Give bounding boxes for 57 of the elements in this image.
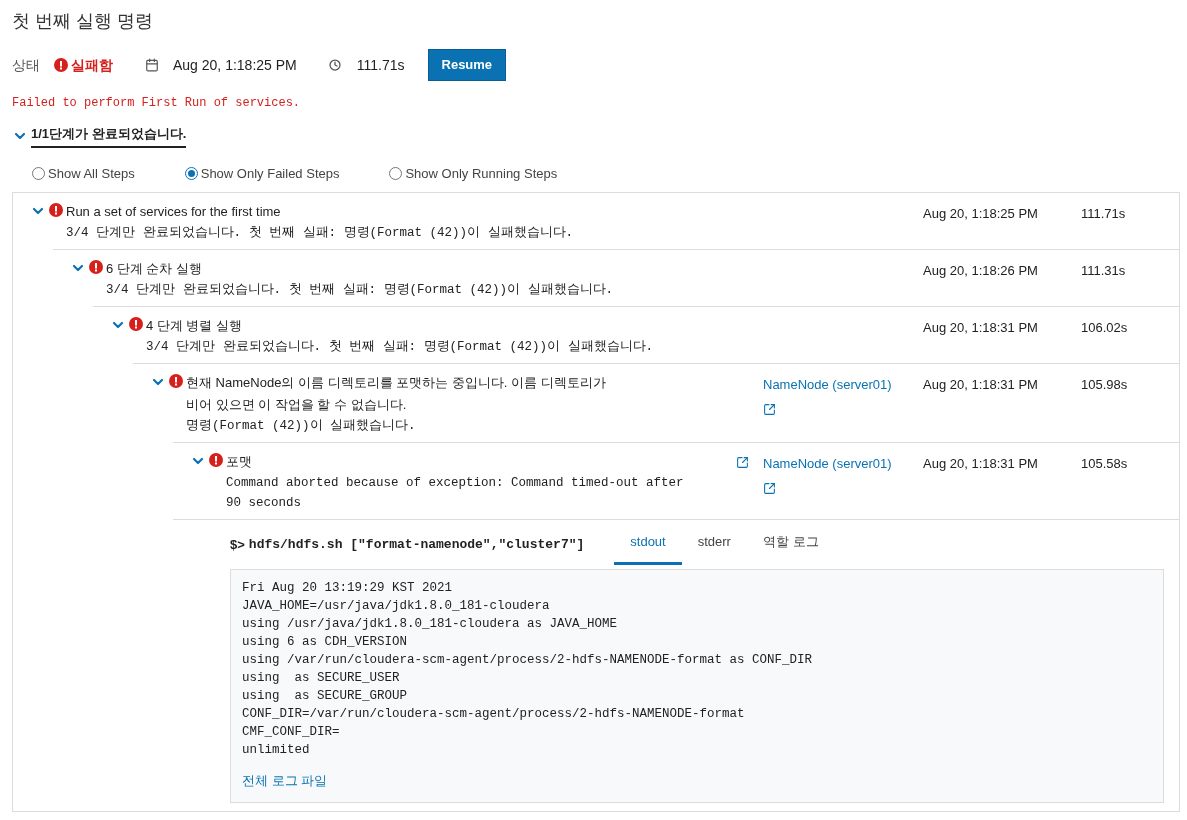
step-message: 명령(Format (42))이 실패했습니다. bbox=[186, 418, 417, 435]
step-time: Aug 20, 1:18:31 PM bbox=[923, 455, 1039, 473]
step-time: Aug 20, 1:18:31 PM bbox=[923, 319, 1039, 337]
prompt-symbol: $> bbox=[230, 536, 245, 554]
full-log-link[interactable]: 전체 로그 파일 bbox=[242, 770, 328, 790]
step-message: 3/4 단계만 완료되었습니다. 첫 번째 실패: 명령(Format (42))이 실패했습니다. bbox=[66, 225, 575, 242]
step-duration: 111.71s bbox=[1081, 205, 1127, 223]
log-line: using 6 as CDH_VERSION bbox=[242, 633, 409, 651]
log-tab[interactable]: stdout bbox=[614, 532, 682, 565]
log-line: Fri Aug 20 13:19:29 KST 2021 bbox=[242, 579, 454, 597]
log-tab[interactable]: 역할 로그 bbox=[746, 532, 835, 565]
external-link-icon[interactable] bbox=[736, 456, 749, 469]
step-time: Aug 20, 1:18:31 PM bbox=[923, 376, 1039, 394]
step-title: 포맷 bbox=[226, 453, 253, 471]
role-link[interactable]: NameNode (server01) bbox=[763, 375, 923, 395]
step-message: Command aborted because of exception: Command timed-out after 90 seconds bbox=[226, 475, 685, 512]
step-duration: 105.58s bbox=[1081, 455, 1129, 473]
resume-button[interactable]: Resume bbox=[427, 49, 507, 81]
log-line: unlimited bbox=[242, 741, 311, 759]
start-time: Aug 20, 1:18:25 PM bbox=[173, 55, 297, 75]
duration-text: 111.71s bbox=[356, 55, 405, 75]
role-link[interactable]: NameNode (server01) bbox=[763, 454, 923, 474]
error-message: Failed to perform First Run of services. bbox=[12, 95, 302, 112]
log-line: using /usr/java/jdk1.8.0_181-cloudera as JAVA_HOME bbox=[242, 615, 619, 633]
radio-button[interactable] bbox=[184, 166, 198, 180]
step-time: Aug 20, 1:18:25 PM bbox=[923, 205, 1039, 223]
filter-label[interactable]: Show Only Failed Steps bbox=[200, 163, 340, 183]
calendar-icon bbox=[145, 58, 159, 72]
log-line: using /var/run/cloudera-scm-agent/process/2-hdfs-NAMENODE-format as CONF_DIR bbox=[242, 651, 814, 669]
step-title: 4 단계 병렬 실행 bbox=[146, 317, 244, 335]
radio-button[interactable] bbox=[389, 166, 403, 180]
step-title: 6 단계 순차 실행 bbox=[106, 260, 204, 278]
step-time: Aug 20, 1:18:26 PM bbox=[923, 262, 1039, 280]
step-title: 현재 NameNode의 이름 디렉토리를 포맷하는 중입니다. 이름 디렉토리가 비어 있으면 이 작업을 할 수 없습니다. bbox=[186, 374, 606, 414]
status-text: 실패함 bbox=[71, 55, 113, 75]
step-duration: 111.31s bbox=[1081, 262, 1127, 280]
progress-summary[interactable]: 1/1단계가 완료되었습니다. bbox=[31, 124, 187, 148]
clock-icon bbox=[328, 59, 341, 71]
log-line: CMF_CONF_DIR= bbox=[242, 723, 341, 741]
step-duration: 106.02s bbox=[1081, 319, 1129, 337]
step-duration: 105.98s bbox=[1081, 376, 1129, 394]
log-line: using as SECURE_USER bbox=[242, 669, 401, 687]
step-message: 3/4 단계만 완료되었습니다. 첫 번째 실패: 명령(Format (42))이 실패했습니다. bbox=[146, 339, 655, 356]
filter-label[interactable]: Show All Steps bbox=[48, 163, 135, 183]
command-text: hdfs/hdfs.sh ["format-namenode","cluster7"] bbox=[248, 536, 585, 554]
step-title: Run a set of services for the first time bbox=[66, 203, 282, 221]
step-message: 3/4 단계만 완료되었습니다. 첫 번째 실패: 명령(Format (42))이 실패했습니다. bbox=[106, 282, 615, 299]
radio-button[interactable] bbox=[32, 166, 45, 180]
status-label: 상태 bbox=[12, 55, 40, 75]
page-title: 첫 번째 실행 명령 bbox=[12, 10, 154, 33]
filter-label[interactable]: Show Only Running Steps bbox=[405, 163, 558, 183]
log-line: CONF_DIR=/var/run/cloudera-scm-agent/process/2-hdfs-NAMENODE-format bbox=[242, 705, 746, 723]
log-tab[interactable]: stderr bbox=[681, 532, 747, 565]
external-link-icon[interactable] bbox=[763, 402, 776, 416]
log-line: JAVA_HOME=/usr/java/jdk1.8.0_181-cloudera bbox=[242, 597, 551, 615]
external-link-icon[interactable] bbox=[763, 481, 776, 495]
log-line: using as SECURE_GROUP bbox=[242, 687, 409, 705]
